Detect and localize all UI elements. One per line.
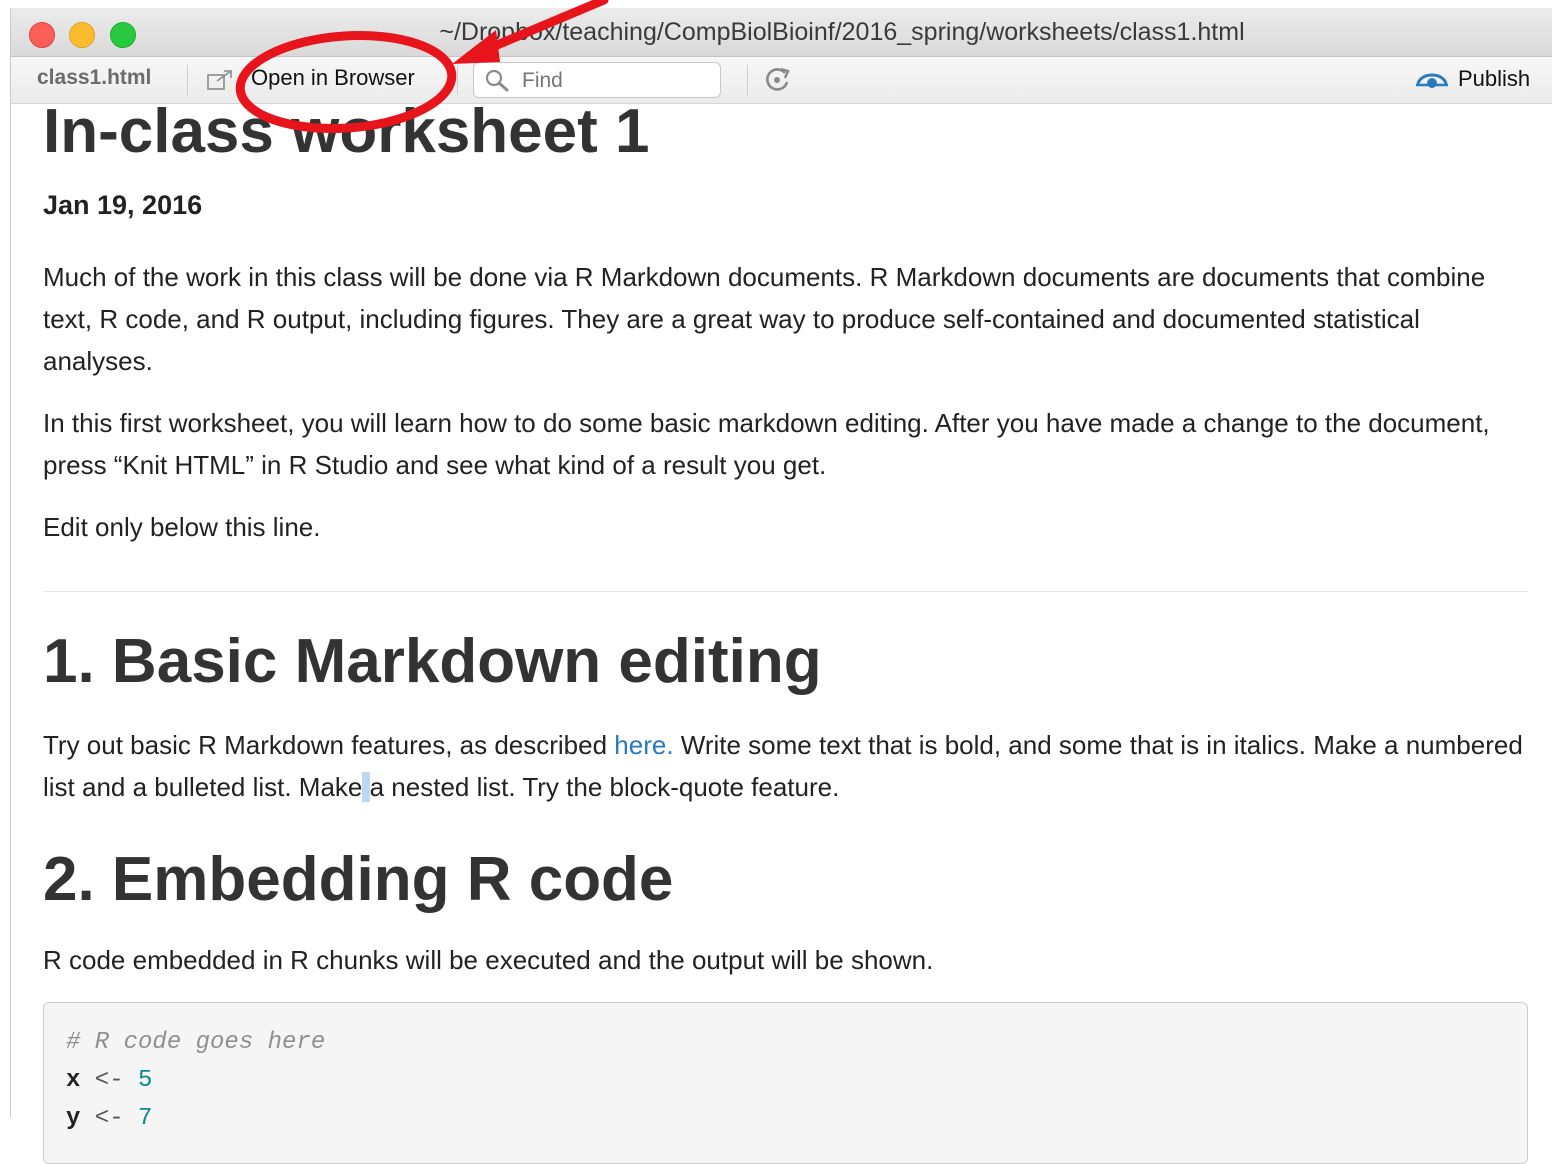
scrollbar[interactable] — [1539, 104, 1552, 1117]
horizontal-rule — [43, 591, 1528, 592]
here-link[interactable]: here. — [614, 730, 673, 760]
section-1-paragraph: Try out basic R Markdown features, as de… — [43, 724, 1528, 808]
code-number: 7 — [138, 1105, 153, 1132]
open-browser-icon[interactable] — [207, 69, 233, 91]
code-number: 5 — [138, 1067, 153, 1094]
document-date: Jan 19, 2016 — [43, 190, 203, 220]
find-field[interactable] — [473, 62, 721, 98]
publish-button[interactable]: Publish — [1458, 66, 1530, 92]
section-1-text: Try out basic R Markdown features, as de… — [43, 730, 615, 760]
section-2-heading: 2. Embedding R code — [43, 845, 674, 914]
code-operator: <- — [80, 1105, 139, 1132]
code-block: # R code goes here x <- 5 y <- 7 — [43, 1002, 1528, 1164]
code-line: y <- 7 — [66, 1105, 152, 1132]
window-title: ~/Dropbox/teaching/CompBiolBioinf/2016_s… — [439, 18, 1245, 46]
code-variable: x — [66, 1067, 81, 1094]
publish-icon[interactable] — [1414, 71, 1450, 93]
find-input[interactable] — [520, 67, 714, 95]
edit-line-text: Edit only below this line. — [43, 512, 321, 542]
toolbar-separator — [747, 65, 748, 95]
open-in-browser-button[interactable]: Open in Browser — [251, 65, 415, 91]
toolbar-separator — [457, 65, 458, 95]
section-1-heading: 1. Basic Markdown editing — [43, 627, 822, 696]
code-comment: # R code goes here — [66, 1029, 326, 1056]
code-variable: y — [66, 1105, 81, 1132]
file-tab[interactable]: class1.html — [37, 66, 151, 90]
code-line: x <- 5 — [66, 1067, 152, 1094]
section-2-paragraph: R code embedded in R chunks will be exec… — [43, 945, 934, 975]
section-1-text: a nested list. Try the block-quote featu… — [369, 772, 840, 802]
code-operator: <- — [80, 1067, 139, 1094]
worksheet-paragraph: In this first worksheet, you will learn … — [43, 408, 1490, 480]
title-bar: ~/Dropbox/teaching/CompBiolBioinf/2016_s… — [11, 8, 1552, 57]
document-title: In-class worksheet 1 — [43, 97, 650, 166]
text-cursor — [362, 772, 370, 802]
toolbar-separator — [187, 65, 188, 95]
search-icon — [484, 68, 510, 92]
refresh-icon[interactable] — [761, 65, 793, 95]
intro-paragraph: Much of the work in this class will be d… — [43, 262, 1486, 376]
viewer-window: ~/Dropbox/teaching/CompBiolBioinf/2016_s… — [10, 8, 1552, 1164]
